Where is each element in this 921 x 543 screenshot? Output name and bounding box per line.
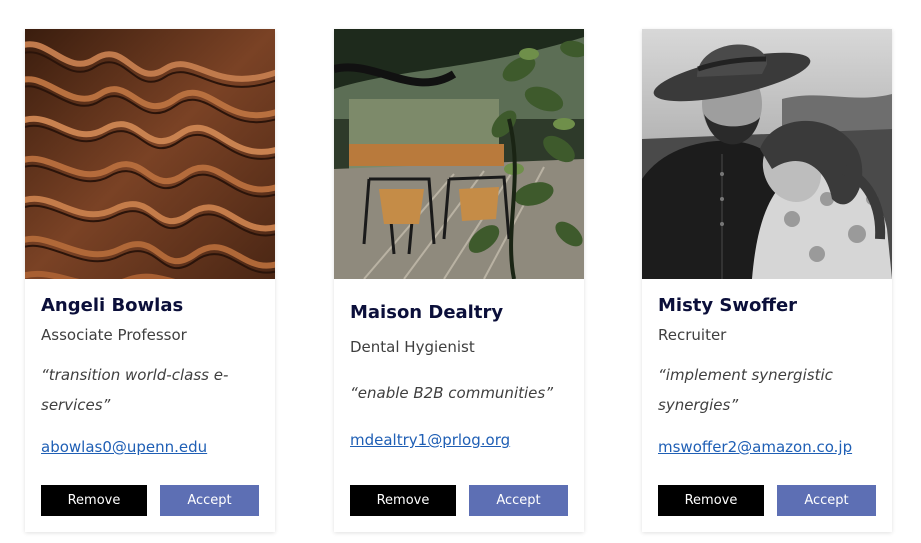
profile-photo <box>25 29 275 279</box>
accept-button[interactable]: Accept <box>160 485 259 516</box>
card-title: Associate Professor <box>41 326 187 344</box>
card-email-link[interactable]: mswoffer2@amazon.co.jp <box>658 438 852 456</box>
card-name: Angeli Bowlas <box>41 295 184 316</box>
card-name: Misty Swoffer <box>658 295 798 316</box>
profile-card: Maison Dealtry Dental Hygienist “enable … <box>334 29 584 532</box>
profile-photo <box>642 29 892 279</box>
card-email-link[interactable]: abowlas0@upenn.edu <box>41 438 207 456</box>
card-quote: “transition world-class e-services” <box>41 366 229 414</box>
card-title: Recruiter <box>658 326 727 344</box>
card-quote: “enable B2B communities” <box>350 384 553 402</box>
profile-photo <box>334 29 584 279</box>
remove-button[interactable]: Remove <box>350 485 456 516</box>
remove-button[interactable]: Remove <box>41 485 147 516</box>
card-quote: “implement synergistic synergies” <box>658 366 833 414</box>
card-email-link[interactable]: mdealtry1@prlog.org <box>350 431 510 449</box>
card-title: Dental Hygienist <box>350 338 475 356</box>
remove-button[interactable]: Remove <box>658 485 764 516</box>
profile-card: Angeli Bowlas Associate Professor “trans… <box>25 29 275 532</box>
accept-button[interactable]: Accept <box>777 485 876 516</box>
accept-button[interactable]: Accept <box>469 485 568 516</box>
profile-card: Misty Swoffer Recruiter “implement syner… <box>642 29 892 532</box>
card-name: Maison Dealtry <box>350 302 504 323</box>
